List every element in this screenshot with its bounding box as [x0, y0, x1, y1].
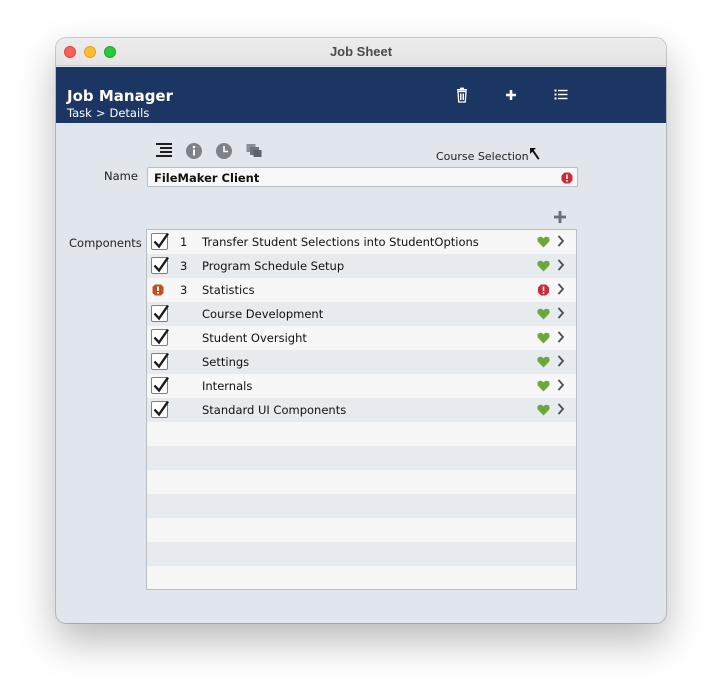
title-bar: Job Sheet — [56, 38, 666, 66]
component-row[interactable]: 3 Program Schedule Setup — [147, 254, 576, 278]
heart-icon — [537, 308, 550, 320]
heart-icon — [537, 236, 550, 248]
checkmark-icon — [153, 232, 169, 249]
component-number: 3 — [180, 283, 188, 297]
course-selection-link[interactable]: Course Selection — [436, 150, 529, 163]
add-component-button[interactable] — [553, 210, 567, 224]
chevron-right-icon[interactable] — [556, 234, 566, 248]
component-name: Course Development — [202, 307, 324, 321]
component-row[interactable]: Internals — [147, 374, 576, 398]
job-sheet-window: Job Sheet Job Manager Task > Details Cou… — [56, 38, 666, 623]
heart-icon — [537, 260, 550, 272]
heart-icon — [537, 404, 550, 416]
heart-icon — [537, 332, 550, 344]
error-icon — [561, 171, 573, 184]
component-name: Transfer Student Selections into Student… — [202, 235, 479, 249]
checkmark-icon — [153, 376, 169, 393]
component-checkbox[interactable] — [151, 256, 169, 274]
component-name: Standard UI Components — [202, 403, 347, 417]
component-number: 1 — [180, 235, 188, 249]
history-button[interactable] — [215, 142, 233, 160]
clock-icon — [216, 143, 232, 159]
component-row[interactable]: 3 Statistics — [147, 278, 576, 302]
checkmark-icon — [153, 400, 169, 417]
name-label: Name — [104, 169, 138, 183]
window-title: Job Sheet — [329, 44, 393, 59]
duplicate-button[interactable] — [245, 142, 263, 160]
component-row[interactable]: Course Development — [147, 302, 576, 326]
breadcrumb: Task > Details — [67, 106, 153, 120]
info-icon — [186, 143, 202, 159]
course-selection-arrow-icon[interactable] — [529, 147, 541, 161]
copy-icon — [246, 144, 262, 157]
chevron-right-icon[interactable] — [556, 306, 566, 320]
list-icon — [554, 89, 568, 100]
component-number: 3 — [180, 259, 188, 273]
component-row[interactable]: Standard UI Components — [147, 398, 576, 422]
checkmark-icon — [153, 352, 169, 369]
delete-button[interactable] — [454, 87, 470, 103]
component-name: Program Schedule Setup — [202, 259, 345, 273]
component-checkbox[interactable] — [151, 352, 169, 370]
empty-row — [147, 518, 576, 542]
checkmark-icon — [153, 256, 169, 273]
empty-row — [147, 470, 576, 494]
app-title: Job Manager — [67, 87, 174, 105]
component-checkbox[interactable] — [151, 232, 169, 250]
empty-row — [147, 446, 576, 470]
component-row[interactable]: 1 Transfer Student Selections into Studen… — [147, 230, 576, 254]
new-record-button[interactable] — [503, 87, 519, 103]
checkmark-icon — [153, 328, 169, 345]
component-checkbox[interactable] — [151, 376, 169, 394]
chevron-right-icon[interactable] — [556, 282, 566, 296]
component-name: Settings — [202, 355, 250, 369]
chevron-right-icon[interactable] — [556, 330, 566, 344]
empty-row — [147, 542, 576, 566]
warning-icon[interactable] — [151, 283, 168, 300]
name-field[interactable]: FileMaker Client — [147, 167, 578, 187]
component-checkbox[interactable] — [151, 304, 169, 322]
components-label: Components — [69, 236, 142, 250]
indent-button[interactable] — [155, 142, 173, 160]
component-checkbox[interactable] — [151, 328, 169, 346]
chevron-right-icon[interactable] — [556, 378, 566, 392]
heart-icon — [537, 380, 550, 392]
empty-row — [147, 494, 576, 518]
chevron-right-icon[interactable] — [556, 258, 566, 272]
component-checkbox[interactable] — [151, 400, 169, 418]
checkmark-icon — [153, 304, 169, 321]
component-name: Statistics — [202, 283, 255, 297]
heart-icon — [537, 356, 550, 368]
plus-icon — [554, 211, 566, 223]
component-row[interactable]: Settings — [147, 350, 576, 374]
component-row[interactable]: Student Oversight — [147, 326, 576, 350]
empty-row — [147, 422, 576, 446]
list-view-button[interactable] — [553, 87, 569, 103]
plus-icon — [506, 90, 516, 100]
chevron-right-icon[interactable] — [556, 402, 566, 416]
component-name: Internals — [202, 379, 253, 393]
components-list: 1 Transfer Student Selections into Studen… — [146, 229, 577, 590]
trash-icon — [457, 87, 467, 103]
app-header: Job Manager Task > Details — [56, 67, 666, 123]
breadcrumb-details: Details — [109, 106, 150, 120]
chevron-right-icon[interactable] — [556, 354, 566, 368]
breadcrumb-task[interactable]: Task — [67, 106, 92, 120]
info-button[interactable] — [185, 142, 203, 160]
component-name: Student Oversight — [202, 331, 307, 345]
error-icon — [537, 284, 550, 296]
indent-icon — [156, 143, 172, 157]
empty-row — [147, 566, 576, 589]
breadcrumb-separator: > — [95, 106, 106, 120]
